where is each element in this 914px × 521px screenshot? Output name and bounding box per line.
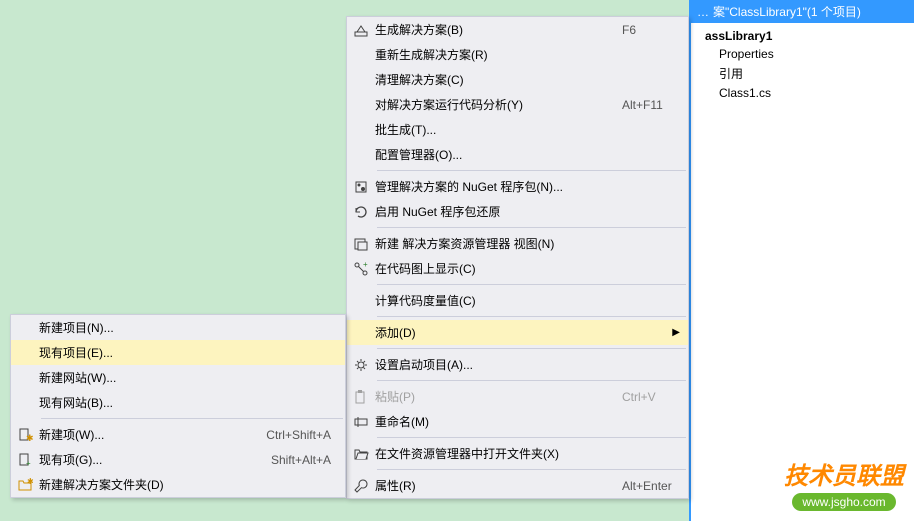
file-label: Class1.cs: [719, 86, 771, 100]
main-menu-label: 生成解决方案(B): [375, 21, 622, 38]
main-menu-item-24[interactable]: 属性(R)Alt+Enter: [347, 473, 688, 498]
main-menu-separator: [377, 284, 686, 285]
sub-menu-label: 新建项(W)...: [39, 426, 266, 443]
watermark-title: 技术员联盟: [784, 456, 904, 491]
main-menu-item-17[interactable]: 设置启动项目(A)...: [347, 352, 688, 377]
project-label: assLibrary1: [705, 29, 772, 43]
newview-icon: [347, 236, 375, 252]
properties-label: Properties: [719, 47, 774, 61]
sub-menu-label: 现有网站(B)...: [39, 394, 339, 411]
main-menu-label: 添加(D): [375, 324, 682, 341]
main-menu-label: 批生成(T)...: [375, 121, 682, 138]
main-menu-shortcut: F6: [622, 23, 682, 37]
sub-menu-label: 新建解决方案文件夹(D): [39, 476, 339, 493]
sub-menu-shortcut: Shift+Alt+A: [271, 453, 339, 467]
svg-text:+: +: [26, 459, 31, 468]
solution-tree: assLibrary1 Properties 引用 Class1.cs: [691, 23, 914, 102]
sub-menu-separator: [41, 418, 343, 419]
solution-explorer-header: … 案"ClassLibrary1"(1 个项目): [691, 0, 914, 23]
main-menu-label: 属性(R): [375, 477, 622, 494]
sub-menu-label: 新建项目(N)...: [39, 319, 339, 336]
solution-context-menu[interactable]: 生成解决方案(B)F6 重新生成解决方案(R) 清理解决方案(C) 对解决方案运行代码…: [346, 16, 689, 499]
file-node[interactable]: Class1.cs: [701, 84, 914, 102]
main-menu-shortcut: Ctrl+V: [622, 390, 682, 404]
main-menu-label: 重命名(M): [375, 413, 682, 430]
main-menu-item-7[interactable]: 管理解决方案的 NuGet 程序包(N)...: [347, 174, 688, 199]
sub-menu-item-6[interactable]: + 现有项(G)...Shift+Alt+A: [11, 447, 345, 472]
main-menu-label: 管理解决方案的 NuGet 程序包(N)...: [375, 178, 682, 195]
add-submenu[interactable]: 新建项目(N)... 现有项目(E)... 新建网站(W)... 现有网站(B)...…: [10, 314, 346, 498]
main-menu-item-19: 粘贴(P)Ctrl+V: [347, 384, 688, 409]
main-menu-label: 计算代码度量值(C): [375, 292, 682, 309]
references-label: 引用: [719, 65, 743, 82]
main-menu-item-8[interactable]: 启用 NuGet 程序包还原: [347, 199, 688, 224]
newitem-icon: ✱: [11, 427, 39, 443]
wrench-icon: [347, 478, 375, 494]
watermark: 技术员联盟 www.jsgho.com: [784, 456, 904, 511]
sub-menu-item-5[interactable]: ✱ 新建项(W)...Ctrl+Shift+A: [11, 422, 345, 447]
rename-icon: [347, 414, 375, 430]
restore-icon: [347, 204, 375, 220]
main-menu-item-22[interactable]: 在文件资源管理器中打开文件夹(X): [347, 441, 688, 466]
main-menu-item-3[interactable]: 对解决方案运行代码分析(Y)Alt+F11: [347, 92, 688, 117]
svg-text:✱: ✱: [26, 433, 33, 443]
main-menu-label: 在文件资源管理器中打开文件夹(X): [375, 445, 682, 462]
main-menu-separator: [377, 227, 686, 228]
existitem-icon: +: [11, 452, 39, 468]
solution-explorer-panel: … 案"ClassLibrary1"(1 个项目) assLibrary1 Pr…: [689, 0, 914, 521]
main-menu-item-2[interactable]: 清理解决方案(C): [347, 67, 688, 92]
main-menu-item-15[interactable]: 添加(D)▶: [347, 320, 688, 345]
codemap-icon: +: [347, 261, 375, 277]
svg-text:+: +: [363, 261, 368, 269]
main-menu-item-1[interactable]: 重新生成解决方案(R): [347, 42, 688, 67]
main-menu-item-11[interactable]: + 在代码图上显示(C): [347, 256, 688, 281]
main-menu-separator: [377, 437, 686, 438]
main-menu-separator: [377, 348, 686, 349]
nuget-icon: [347, 179, 375, 195]
references-node[interactable]: 引用: [701, 63, 914, 84]
main-menu-separator: [377, 170, 686, 171]
newfolder-icon: ✱: [11, 477, 39, 493]
main-menu-label: 对解决方案运行代码分析(Y): [375, 96, 622, 113]
main-menu-label: 在代码图上显示(C): [375, 260, 682, 277]
main-menu-item-10[interactable]: 新建 解决方案资源管理器 视图(N): [347, 231, 688, 256]
main-menu-item-5[interactable]: 配置管理器(O)...: [347, 142, 688, 167]
gear-icon: [347, 357, 375, 373]
solution-header-text: 案"ClassLibrary1"(1 个项目): [713, 3, 861, 20]
sub-menu-item-1[interactable]: 现有项目(E)...: [11, 340, 345, 365]
main-menu-label: 配置管理器(O)...: [375, 146, 682, 163]
sub-menu-label: 现有项(G)...: [39, 451, 271, 468]
paste-icon: [347, 389, 375, 405]
sub-menu-item-3[interactable]: 现有网站(B)...: [11, 390, 345, 415]
svg-text:✱: ✱: [27, 477, 33, 486]
main-menu-label: 启用 NuGet 程序包还原: [375, 203, 682, 220]
main-menu-label: 设置启动项目(A)...: [375, 356, 682, 373]
sub-menu-label: 新建网站(W)...: [39, 369, 339, 386]
main-menu-separator: [377, 380, 686, 381]
properties-node[interactable]: Properties: [701, 45, 914, 63]
main-menu-shortcut: Alt+Enter: [622, 479, 682, 493]
sub-menu-item-2[interactable]: 新建网站(W)...: [11, 365, 345, 390]
main-menu-item-20[interactable]: 重命名(M): [347, 409, 688, 434]
main-menu-item-0[interactable]: 生成解决方案(B)F6: [347, 17, 688, 42]
sub-menu-item-0[interactable]: 新建项目(N)...: [11, 315, 345, 340]
main-menu-label: 新建 解决方案资源管理器 视图(N): [375, 235, 682, 252]
folder-open-icon: [347, 446, 375, 462]
main-menu-label: 重新生成解决方案(R): [375, 46, 682, 63]
main-menu-separator: [377, 469, 686, 470]
main-menu-label: 清理解决方案(C): [375, 71, 682, 88]
submenu-arrow-icon: ▶: [672, 327, 680, 338]
sub-menu-shortcut: Ctrl+Shift+A: [266, 428, 339, 442]
main-menu-item-13[interactable]: 计算代码度量值(C): [347, 288, 688, 313]
main-menu-shortcut: Alt+F11: [622, 98, 682, 112]
build-icon: [347, 22, 375, 38]
sub-menu-label: 现有项目(E)...: [39, 344, 339, 361]
sub-menu-item-7[interactable]: ✱ 新建解决方案文件夹(D): [11, 472, 345, 497]
project-node[interactable]: assLibrary1: [701, 27, 914, 45]
main-menu-item-4[interactable]: 批生成(T)...: [347, 117, 688, 142]
main-menu-label: 粘贴(P): [375, 388, 622, 405]
header-prefix: …: [697, 5, 709, 19]
watermark-url: www.jsgho.com: [792, 493, 895, 511]
main-menu-separator: [377, 316, 686, 317]
